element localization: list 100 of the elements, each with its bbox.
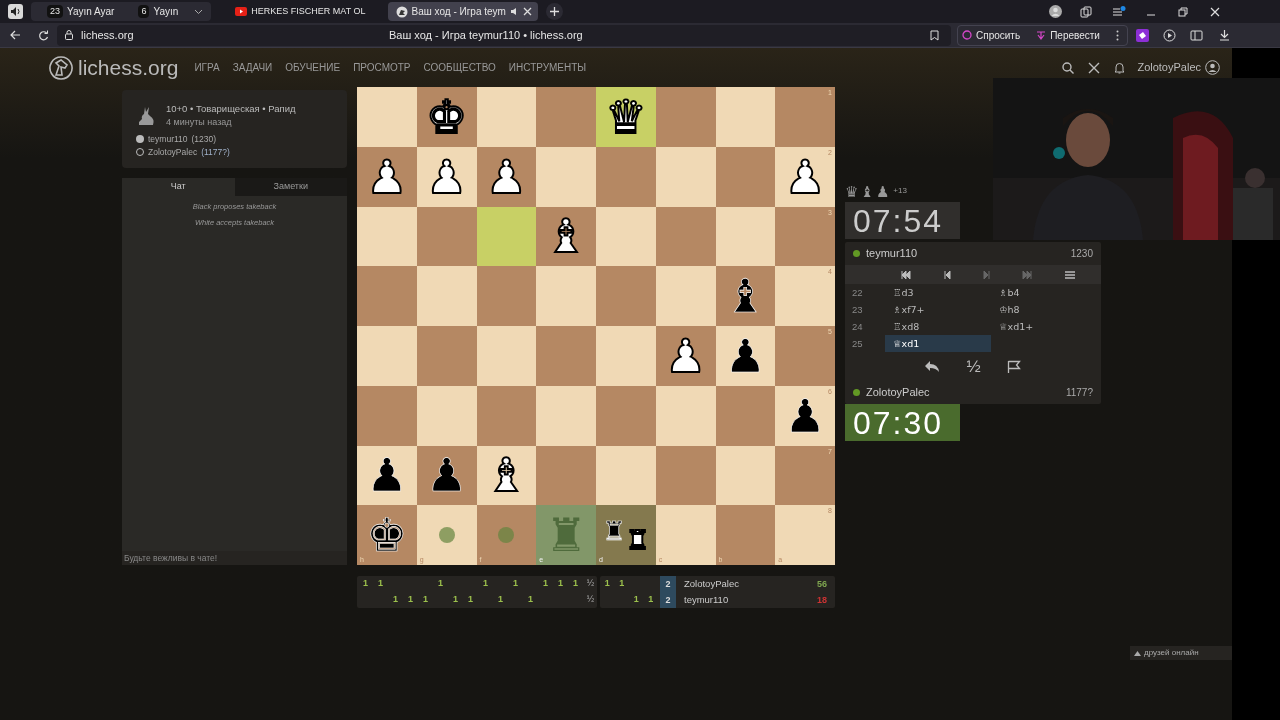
site-logo[interactable]: lichess.org	[78, 51, 179, 84]
back-arrow-icon[interactable]	[10, 30, 21, 40]
board-square[interactable]	[476, 326, 537, 386]
extension-icon[interactable]	[1135, 28, 1149, 42]
plus-icon[interactable]	[545, 3, 563, 20]
player-name[interactable]: ZolotoyPalec	[866, 384, 1060, 401]
highlighted-square[interactable]: ♛	[596, 87, 656, 147]
user-avatar-icon[interactable]	[1205, 60, 1220, 75]
board-square[interactable]	[476, 385, 537, 446]
board-square[interactable]: ♝	[536, 206, 596, 267]
browser-tab[interactable]: 23 Yayın Ayar	[39, 2, 123, 21]
board-square[interactable]	[596, 206, 656, 267]
previous-move-icon[interactable]	[943, 270, 951, 279]
chat-tab[interactable]: Чат	[122, 178, 235, 196]
board-square[interactable]: ♟	[476, 146, 537, 207]
search-icon[interactable]	[1062, 61, 1075, 74]
board-square[interactable]	[655, 385, 716, 446]
highlighted-square[interactable]	[476, 206, 537, 267]
chess-piece[interactable]: ♟	[665, 332, 707, 379]
flag-icon[interactable]	[1006, 359, 1022, 374]
download-icon[interactable]	[1218, 29, 1230, 41]
close-icon[interactable]	[1210, 6, 1220, 17]
board-square[interactable]: ♟	[357, 445, 417, 506]
knight-logo-icon[interactable]	[48, 54, 74, 81]
board-square[interactable]	[655, 445, 716, 506]
player-name[interactable]: ZolotoyPalec	[148, 145, 198, 159]
next-move-icon[interactable]	[982, 270, 990, 279]
board-square[interactable]	[715, 87, 776, 147]
board-square[interactable]	[476, 266, 537, 326]
board-square[interactable]: ♝	[715, 266, 776, 326]
chess-piece[interactable]: ♟	[724, 332, 766, 379]
board-square[interactable]	[715, 385, 776, 446]
player-name[interactable]: ZolotoyPalec	[684, 576, 817, 592]
board-square[interactable]	[655, 146, 716, 207]
player-name[interactable]: teymur110	[684, 592, 817, 608]
board-square[interactable]: ♚	[416, 87, 477, 147]
ask-button[interactable]: Спросить	[962, 27, 1021, 43]
board-square[interactable]	[476, 87, 537, 147]
move-entry[interactable]: ♕xd1+	[991, 318, 1097, 335]
chess-piece[interactable]: ♚	[426, 93, 468, 140]
board-square[interactable]: ♟	[655, 326, 716, 386]
chevron-down-icon[interactable]	[194, 8, 204, 15]
move-entry[interactable]: ♔h8	[991, 301, 1097, 318]
sidebar-icon[interactable]	[1189, 28, 1203, 42]
speaker-icon[interactable]	[509, 7, 519, 16]
board-square[interactable]: ♟	[357, 146, 417, 207]
avatar-icon[interactable]	[1049, 5, 1062, 18]
board-square[interactable]	[416, 206, 477, 267]
chess-piece[interactable]: ♜	[602, 518, 626, 545]
browser-tab[interactable]: HERKES FISCHER MAT OL	[227, 2, 376, 21]
chess-piece[interactable]: ♚	[366, 512, 408, 559]
reload-icon[interactable]	[38, 29, 49, 41]
tabs-icon[interactable]	[1080, 5, 1092, 18]
nav-link[interactable]: СООБЩЕСТВО	[423, 60, 496, 75]
menu-icon[interactable]	[1112, 5, 1126, 18]
url-text[interactable]: lichess.org	[81, 26, 381, 44]
more-vertical-icon[interactable]	[1115, 29, 1119, 41]
nav-link[interactable]: ПРОСМОТР	[353, 60, 411, 75]
bell-icon[interactable]	[1114, 61, 1126, 74]
bookmark-icon[interactable]	[930, 29, 939, 41]
board-square[interactable]	[357, 206, 417, 267]
board-square[interactable]	[715, 146, 776, 207]
nav-link[interactable]: ИГРА	[194, 60, 220, 75]
board-square[interactable]: ♟	[416, 445, 477, 506]
chess-piece[interactable]: ♝	[724, 273, 766, 320]
nav-link[interactable]: ОБУЧЕНИЕ	[285, 60, 341, 75]
play-circle-icon[interactable]	[1162, 28, 1176, 42]
chat-tab[interactable]: Заметки	[234, 178, 347, 196]
browser-tab[interactable]: 6 Yayın	[130, 2, 187, 21]
chess-piece[interactable]: ♝	[545, 213, 587, 260]
player-name[interactable]: teymur110	[866, 245, 1065, 262]
board-square[interactable]	[715, 445, 776, 506]
chess-piece[interactable]: ♟	[485, 153, 527, 200]
board-square[interactable]: ♟	[715, 326, 776, 386]
chess-piece[interactable]: ♟	[426, 452, 468, 499]
move-entry[interactable]: ♗xf7+	[885, 301, 991, 318]
move-entry[interactable]: ♖d3	[885, 284, 991, 301]
last-move-icon[interactable]	[1022, 270, 1033, 279]
nav-link[interactable]: ЗАДАЧИ	[232, 60, 273, 75]
chess-piece[interactable]: ♛	[605, 93, 647, 140]
speaker-icon[interactable]	[8, 4, 23, 19]
board-square[interactable]	[596, 445, 656, 506]
close-icon[interactable]	[522, 7, 532, 16]
nav-link[interactable]: ИНСТРУМЕНТЫ	[508, 60, 587, 75]
translate-button[interactable]: Перевести	[1036, 27, 1100, 43]
friends-online-button[interactable]: друзей онлайн	[1130, 646, 1232, 660]
browser-tab[interactable]: Ваш ход - Игра teym	[387, 2, 538, 21]
move-entry[interactable]: ♗b4	[991, 284, 1097, 301]
username[interactable]: ZolotoyPalec	[1137, 59, 1201, 76]
first-move-icon[interactable]	[901, 270, 912, 279]
takeback-arrow-icon[interactable]	[924, 360, 941, 373]
board-square[interactable]	[416, 385, 477, 446]
move-entry[interactable]: ♕xd1	[885, 335, 991, 352]
move-entry[interactable]: ♖xd8	[885, 318, 991, 335]
draw-offer-button[interactable]: ½	[966, 353, 981, 380]
board-square[interactable]	[715, 206, 776, 267]
board-square[interactable]	[655, 206, 716, 267]
chess-piece[interactable]: ♟	[366, 452, 408, 499]
restore-icon[interactable]	[1178, 6, 1188, 17]
player-name[interactable]: teymur110	[148, 132, 188, 146]
